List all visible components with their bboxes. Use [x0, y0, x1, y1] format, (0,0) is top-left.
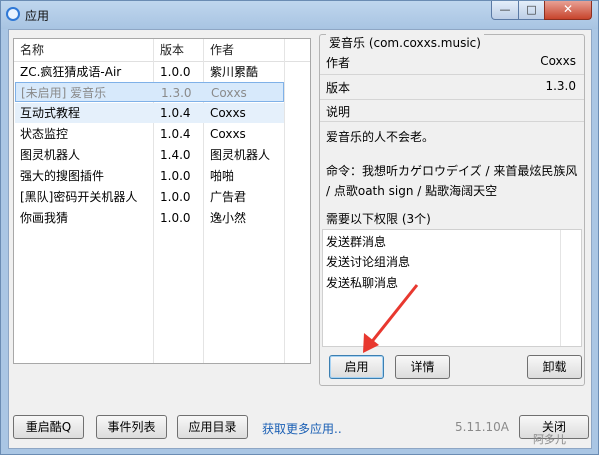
app-window: 应用 — □ ✕ 名称 版本 作者 ZC.疯狂猜成语-Air 1.0.0 紫川累… — [0, 0, 599, 455]
watermark-text: 阿多儿 — [533, 433, 566, 446]
red-arrow-annotation — [363, 284, 419, 353]
arrow-shaft — [368, 284, 419, 345]
